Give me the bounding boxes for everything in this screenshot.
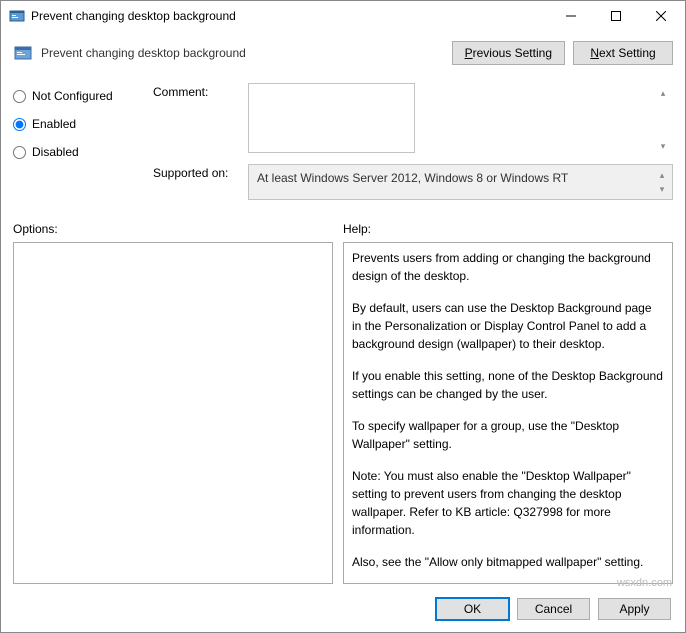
panels: Options: Help: Prevents users from addin… [1,212,685,588]
maximize-button[interactable] [593,2,638,31]
policy-caption: Prevent changing desktop background [41,46,444,60]
config-area: Not Configured Enabled Disabled Comment:… [1,75,685,212]
radio-not-configured-label: Not Configured [32,89,113,103]
options-box [13,242,333,584]
comment-scroll-up[interactable]: ▴ [655,85,671,101]
toolbar: Prevent changing desktop background Prev… [1,31,685,75]
footer: OK Cancel Apply [1,588,685,632]
supported-label: Supported on: [153,164,248,200]
radio-disabled-label: Disabled [32,145,79,159]
help-paragraph: Prevents users from adding or changing t… [352,249,664,285]
titlebar: Prevent changing desktop background [1,1,685,31]
radio-disabled-input[interactable] [13,146,26,159]
supported-scroll-down[interactable]: ▾ [654,181,670,197]
comment-scroll-down[interactable]: ▾ [655,138,671,154]
radio-enabled[interactable]: Enabled [13,117,153,131]
help-paragraph: By default, users can use the Desktop Ba… [352,299,664,353]
radio-not-configured[interactable]: Not Configured [13,89,153,103]
help-paragraph: Note: You must also enable the "Desktop … [352,467,664,539]
ok-button[interactable]: OK [436,598,509,620]
radio-not-configured-input[interactable] [13,90,26,103]
cancel-button[interactable]: Cancel [517,598,590,620]
help-paragraph: If you enable this setting, none of the … [352,367,664,403]
radio-enabled-label: Enabled [32,117,76,131]
comment-input[interactable] [248,83,415,153]
minimize-button[interactable] [548,2,593,31]
window-icon [9,8,25,24]
radio-disabled[interactable]: Disabled [13,145,153,159]
help-box[interactable]: Prevents users from adding or changing t… [343,242,673,584]
help-paragraph: To specify wallpaper for a group, use th… [352,417,664,453]
help-label: Help: [343,222,673,236]
help-paragraph: Also, see the "Allow only bitmapped wall… [352,553,664,571]
options-label: Options: [13,222,333,236]
radio-enabled-input[interactable] [13,118,26,131]
close-button[interactable] [638,2,683,31]
policy-icon [13,43,33,63]
state-radios: Not Configured Enabled Disabled [13,83,153,208]
next-setting-button[interactable]: Next Setting [573,41,673,65]
window-title: Prevent changing desktop background [31,9,548,23]
previous-setting-button[interactable]: Previous Setting [452,41,565,65]
supported-value: At least Windows Server 2012, Windows 8 … [248,164,673,200]
comment-label: Comment: [153,83,248,156]
apply-button[interactable]: Apply [598,598,671,620]
